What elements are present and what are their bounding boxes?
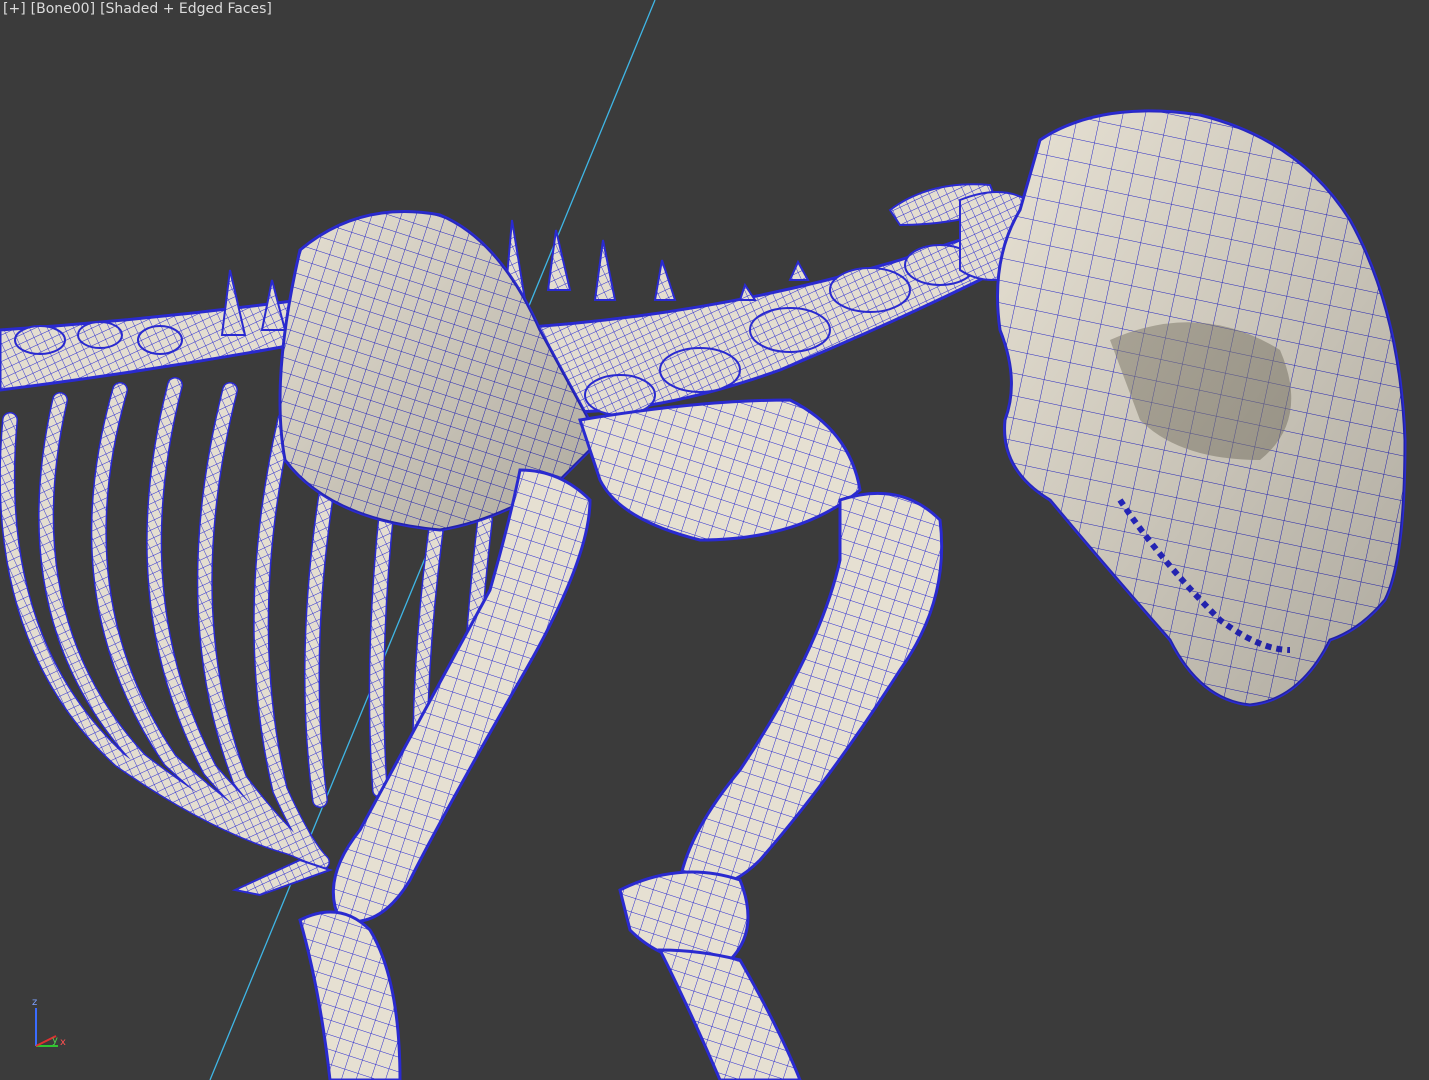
forearm-left [298, 910, 402, 1080]
3d-viewport[interactable]: [+] [Bone00] [Shaded + Edged Faces] z y … [0, 0, 1429, 1080]
humerus-right [678, 491, 944, 889]
axis-y-label: y [52, 1035, 58, 1046]
sternum [231, 858, 334, 897]
viewport-menu-label[interactable]: [+] [3, 1, 26, 17]
viewport-shading-label[interactable]: [Shaded + Edged Faces] [100, 1, 272, 17]
skull [996, 109, 1407, 707]
axis-z-label: z [32, 997, 38, 1008]
elbow-right [618, 870, 750, 964]
viewport-label-bar: [+] [Bone00] [Shaded + Edged Faces] [3, 1, 277, 17]
axis-x-label: x [60, 1037, 66, 1048]
shoulder-plate [578, 398, 862, 542]
axis-tripod-graphic [35, 1008, 58, 1047]
forearm-right [657, 948, 802, 1080]
skeleton-scene[interactable] [0, 0, 1429, 1080]
axis-tripod: z y x [22, 996, 82, 1060]
viewport-camera-label[interactable]: [Bone00] [31, 1, 95, 17]
